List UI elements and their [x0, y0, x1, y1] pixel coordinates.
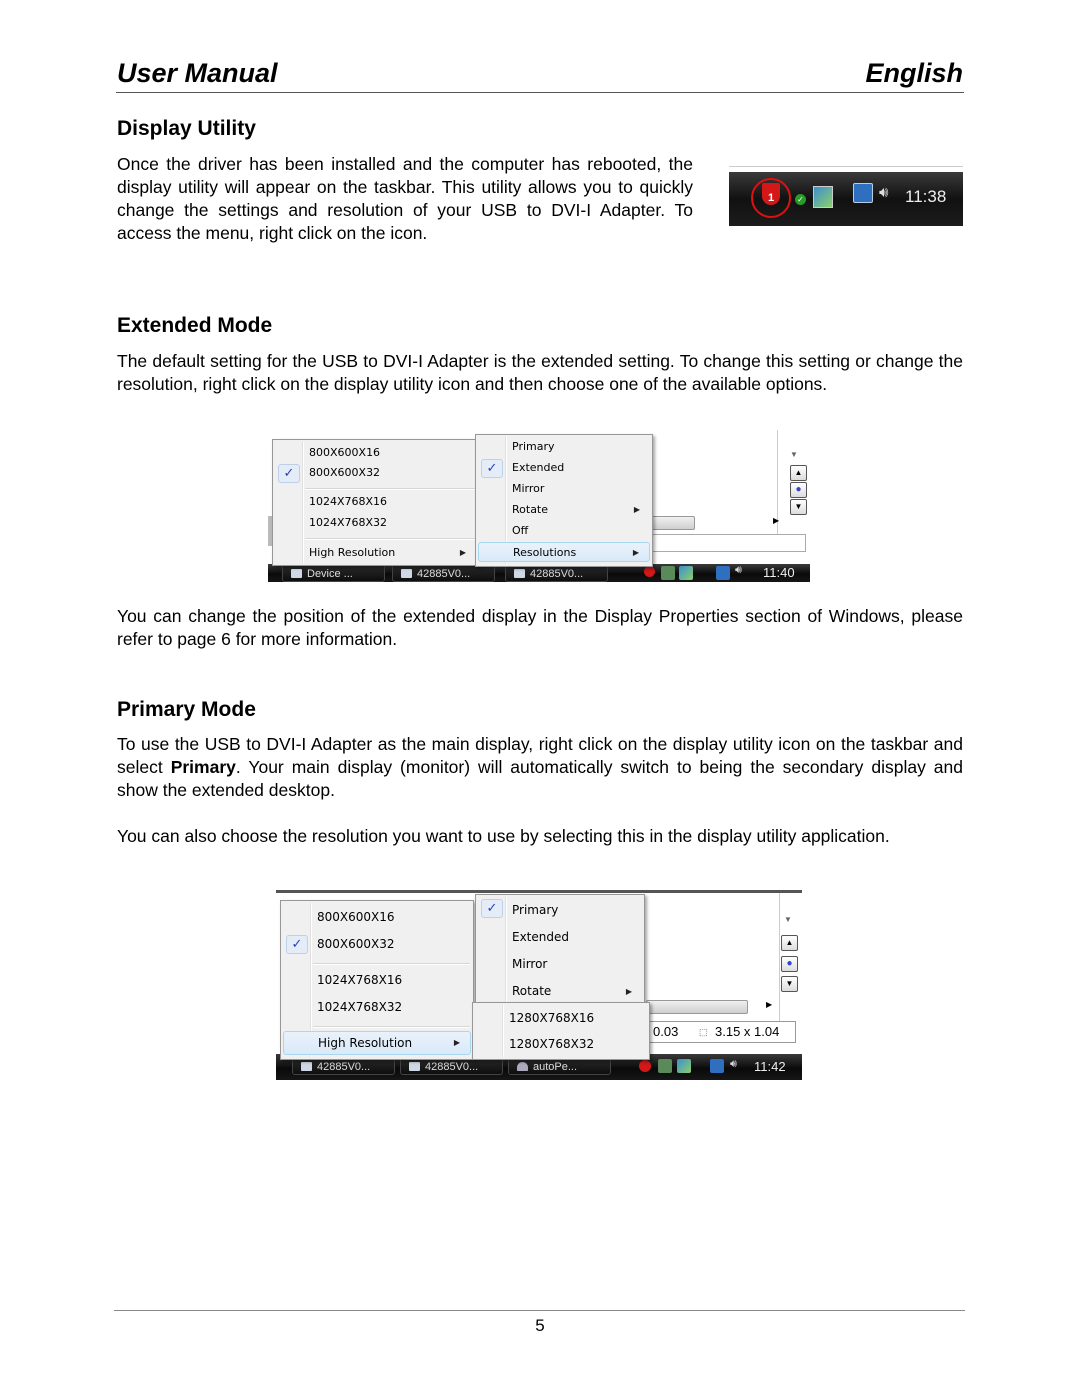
- menu-item-1280x768x32[interactable]: 1280X768X32: [475, 1031, 647, 1057]
- status-value: 0.03: [653, 1024, 679, 1039]
- scroll-up-page-button[interactable]: ▲: [781, 935, 798, 951]
- menu-item-800x600x16[interactable]: 800X600X16: [275, 443, 476, 463]
- header-title: User Manual: [117, 58, 278, 88]
- tray-clock[interactable]: 11:40: [763, 565, 795, 580]
- menu-item-1024x768x16[interactable]: 1024X768X16: [275, 492, 476, 512]
- safely-remove-icon[interactable]: [661, 566, 675, 580]
- submenu-arrow-icon: ▶: [453, 1038, 460, 1047]
- taskbar-tray-screenshot: 1 ✓ 🔊︎ 11:38: [729, 166, 963, 226]
- submenu-arrow-icon: ▶: [632, 548, 639, 557]
- network-status-icon[interactable]: [679, 566, 693, 580]
- submenu-arrow-icon: ▶: [633, 505, 640, 514]
- menu-item-off[interactable]: Off: [478, 521, 650, 541]
- window-edge: [779, 893, 780, 1033]
- scroll-arrow[interactable]: ▼: [784, 915, 792, 924]
- submenu-arrow-icon: ▶: [459, 548, 466, 557]
- volume-icon[interactable]: 🔊︎: [730, 1058, 737, 1071]
- menu-item-rotate[interactable]: Rotate ▶: [478, 978, 642, 1004]
- usb-display-utility-icon[interactable]: 1: [762, 183, 780, 205]
- status-bar: 0.03 ⬚ 3.15 x 1.04: [646, 1021, 796, 1043]
- display-utility-paragraph: Once the driver has been installed and t…: [117, 154, 693, 243]
- check-icon: ✓: [286, 935, 308, 954]
- menu-item-1280x768x16[interactable]: 1280X768X16: [475, 1005, 647, 1031]
- menu-item-extended[interactable]: ✓ Extended: [478, 458, 650, 478]
- menu-separator: [313, 963, 470, 965]
- scroll-right-arrow[interactable]: ▶: [773, 516, 779, 525]
- monitor-icon[interactable]: [853, 183, 873, 203]
- check-icon: ✓: [278, 464, 300, 483]
- menu-item-rotate[interactable]: Rotate ▶: [478, 500, 650, 520]
- extended-mode-menu-screenshot: ▲ ● ▼ ▼ ▶ Device ... 42885V0... 42885V0.…: [268, 430, 810, 582]
- menu-item-800x600x32[interactable]: ✓ 800X600X32: [283, 932, 471, 956]
- menu-item-extended[interactable]: Extended: [478, 924, 642, 950]
- network-status-icon[interactable]: [677, 1059, 691, 1073]
- status-size: 3.15 x 1.04: [715, 1024, 780, 1039]
- safely-remove-icon[interactable]: [658, 1059, 672, 1073]
- selection-size-icon: ⬚: [699, 1027, 708, 1037]
- volume-icon[interactable]: 🔊︎: [735, 564, 742, 577]
- tray-clock[interactable]: 11:42: [754, 1059, 786, 1074]
- header-language: English: [865, 58, 963, 88]
- resolution-context-menu: 800X600X16 ✓ 800X600X32 1024X768X16 1024X…: [272, 439, 479, 566]
- scroll-right-arrow[interactable]: ▶: [766, 1000, 772, 1009]
- scroll-down-page-button[interactable]: ▼: [781, 976, 798, 992]
- section-title-display-utility: Display Utility: [117, 117, 256, 140]
- menu-item-mirror[interactable]: Mirror: [478, 479, 650, 499]
- primary-mode-paragraph: To use the USB to DVI-I Adapter as the m…: [117, 734, 963, 800]
- menu-item-800x600x16[interactable]: 800X600X16: [283, 905, 471, 929]
- usb-display-utility-icon[interactable]: [644, 566, 655, 577]
- page-number: 5: [535, 1316, 545, 1335]
- check-icon: ✓: [481, 899, 503, 918]
- section-title-primary-mode: Primary Mode: [117, 698, 256, 721]
- primary-mode-menu-screenshot: ▼ ▲ ● ▼ ▶ 0.03 ⬚ 3.15 x 1.04 42885V0... …: [276, 890, 802, 1080]
- scroll-arrow[interactable]: ▼: [790, 450, 798, 459]
- scroll-down-page-button[interactable]: ▼: [790, 499, 807, 515]
- extended-mode-followup-paragraph: You can change the position of the exten…: [117, 606, 963, 649]
- window-edge: [777, 430, 778, 550]
- monitor-icon[interactable]: [716, 566, 730, 580]
- menu-item-high-resolution[interactable]: High Resolution ▶: [275, 543, 476, 563]
- menu-item-1024x768x32[interactable]: 1024X768X32: [283, 995, 471, 1019]
- network-status-icon[interactable]: [813, 186, 833, 208]
- safely-remove-icon[interactable]: ✓: [795, 194, 806, 205]
- menu-item-800x600x32[interactable]: ✓ 800X600X32: [275, 463, 476, 483]
- check-icon: ✓: [481, 459, 503, 478]
- primary-emphasis: Primary: [170, 757, 236, 777]
- menu-item-high-resolution[interactable]: High Resolution ▶: [283, 1031, 471, 1055]
- horizontal-scrollbar-thumb[interactable]: [646, 1000, 748, 1014]
- page-header: User Manual English: [116, 58, 964, 93]
- monitor-icon[interactable]: [710, 1059, 724, 1073]
- menu-item-primary[interactable]: ✓ Primary: [478, 897, 642, 923]
- select-browse-object-button[interactable]: ●: [790, 482, 807, 498]
- window-top-edge: [276, 890, 802, 893]
- tray-clock[interactable]: 11:38: [905, 187, 946, 207]
- extended-mode-paragraph: The default setting for the USB to DVI-I…: [117, 351, 963, 394]
- usb-display-utility-icon[interactable]: [639, 1060, 651, 1072]
- volume-icon[interactable]: 🔊︎: [879, 184, 888, 201]
- mode-context-menu: ✓ Primary Extended Mirror Rotate ▶: [475, 894, 645, 1006]
- resolution-context-menu: 800X600X16 ✓ 800X600X32 1024X768X16 1024X…: [280, 900, 474, 1060]
- menu-separator: [305, 538, 475, 540]
- usb-icon-number: 1: [767, 192, 775, 204]
- section-title-extended-mode: Extended Mode: [117, 314, 273, 337]
- menu-item-resolutions[interactable]: Resolutions ▶: [478, 542, 650, 562]
- select-browse-object-button[interactable]: ●: [781, 956, 798, 972]
- menu-separator: [305, 488, 475, 490]
- high-resolution-submenu: 1280X768X16 1280X768X32: [472, 1002, 650, 1060]
- menu-item-primary[interactable]: Primary: [478, 437, 650, 457]
- mode-context-menu: Primary ✓ Extended Mirror Rotate ▶ Off Res…: [475, 434, 653, 567]
- menu-item-mirror[interactable]: Mirror: [478, 951, 642, 977]
- scroll-up-page-button[interactable]: ▲: [790, 465, 807, 481]
- taskbar-button[interactable]: Device ...: [282, 564, 385, 582]
- menu-separator: [313, 1026, 470, 1028]
- resolution-choice-paragraph: You can also choose the resolution you w…: [117, 826, 890, 846]
- footer-rule: [114, 1310, 965, 1311]
- menu-item-1024x768x32[interactable]: 1024X768X32: [275, 513, 476, 533]
- menu-item-1024x768x16[interactable]: 1024X768X16: [283, 968, 471, 992]
